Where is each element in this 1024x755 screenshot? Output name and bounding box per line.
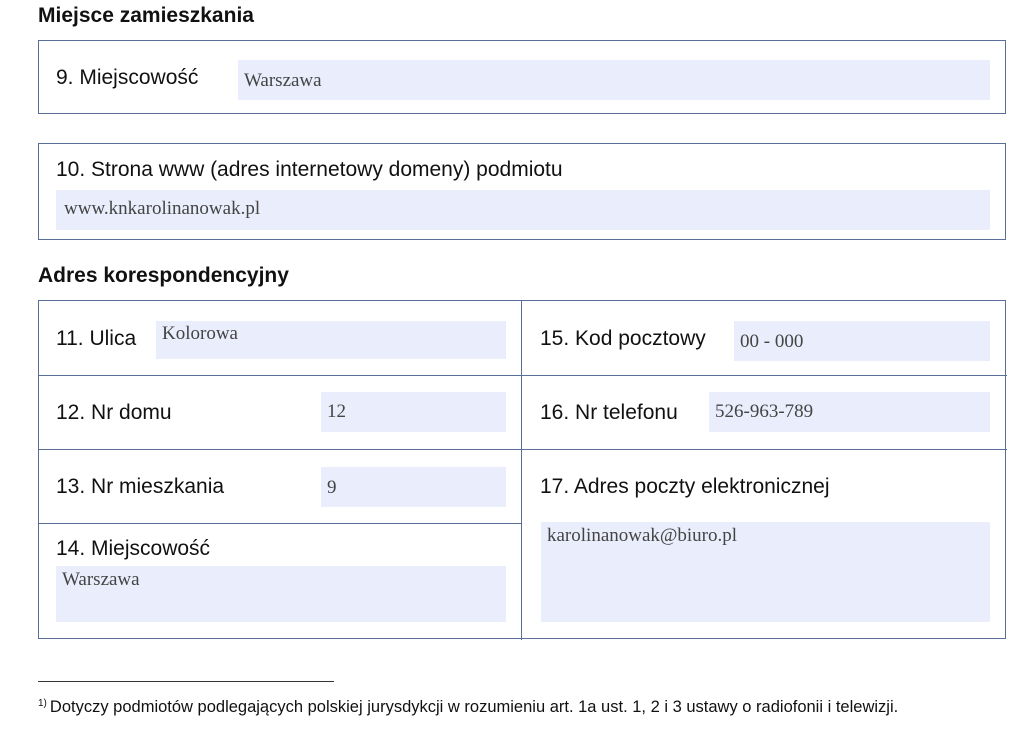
email-label: 17. Adres poczty elektronicznej (540, 475, 830, 498)
residence-city-box: 9. Miejscowość Warszawa (38, 40, 1006, 114)
street-label: 11. Ulica (56, 327, 137, 350)
email-field[interactable]: karolinanowak@biuro.pl (541, 522, 990, 622)
postal-code-field[interactable]: 00 - 000 (734, 321, 990, 361)
correspondence-grid: 11. Ulica Kolorowa 15. Kod pocztowy 00 -… (38, 300, 1007, 640)
correspondence-city-label: 14. Miejscowość (56, 537, 211, 560)
website-label: 10. Strona www (adres internetowy domeny… (56, 158, 563, 181)
footnote-marker: 1) (38, 698, 47, 709)
grid-divider-row1 (39, 375, 1007, 377)
apartment-number-label: 13. Nr mieszkania (56, 475, 225, 498)
website-box: 10. Strona www (adres internetowy domeny… (38, 143, 1006, 240)
house-number-field[interactable]: 12 (321, 392, 506, 432)
grid-divider-vertical (521, 301, 523, 640)
section-title-correspondence: Adres korespondencyjny (38, 264, 289, 287)
footnote-text: Dotyczy podmiotów podlegających polskiej… (49, 698, 899, 716)
footnote: 1) Dotyczy podmiotów podlegających polski… (38, 698, 898, 717)
residence-city-field[interactable]: Warszawa (238, 60, 990, 100)
postal-code-label: 15. Kod pocztowy (540, 327, 706, 350)
website-field[interactable]: www.knkarolinanowak.pl (56, 190, 990, 230)
grid-divider-row3 (39, 523, 522, 525)
phone-label: 16. Nr telefonu (540, 401, 678, 424)
correspondence-city-field[interactable]: Warszawa (56, 566, 506, 622)
section-title-residence: Miejsce zamieszkania (38, 4, 254, 27)
house-number-label: 12. Nr domu (56, 401, 172, 424)
footnote-rule (38, 681, 334, 682)
apartment-number-field[interactable]: 9 (321, 467, 506, 507)
phone-field[interactable]: 526-963-789 (709, 392, 990, 432)
residence-city-label: 9. Miejscowość (56, 66, 199, 89)
street-field[interactable]: Kolorowa (156, 321, 506, 359)
grid-divider-row2 (39, 449, 1007, 451)
